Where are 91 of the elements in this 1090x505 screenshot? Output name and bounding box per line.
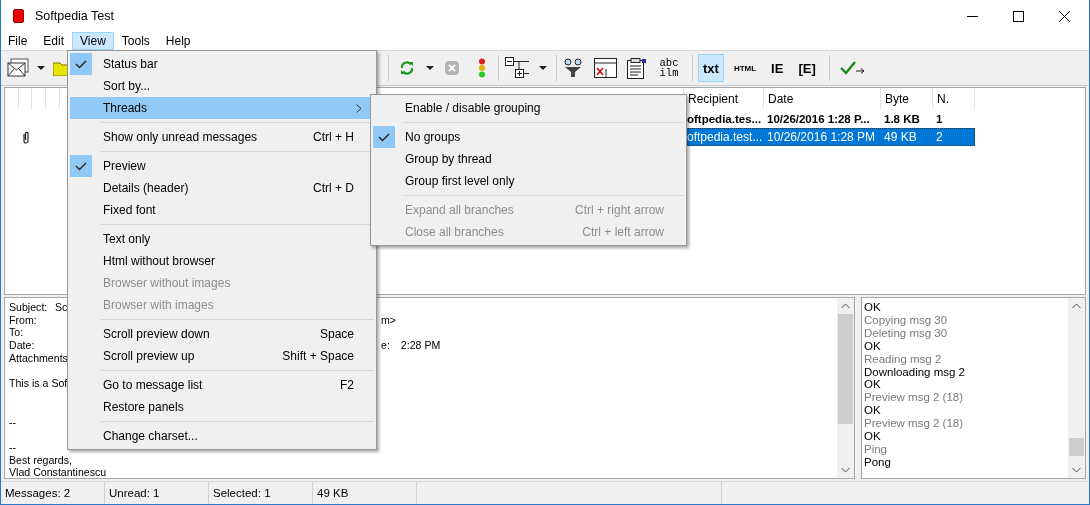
header-value: e: bbox=[381, 339, 390, 352]
header-label: Subject: bbox=[9, 301, 48, 313]
table-cell-text: 2 bbox=[935, 129, 944, 146]
table-cell-text: 10/26/2016 1:28 P... bbox=[766, 112, 871, 127]
menu-item[interactable]: View bbox=[72, 32, 114, 50]
scrollbar-thumb[interactable] bbox=[838, 314, 853, 424]
message-text: This is a Sof bbox=[9, 377, 68, 390]
menu-item[interactable]: Tools bbox=[113, 32, 158, 50]
menu-entry[interactable]: Go to message list F2 bbox=[70, 374, 374, 396]
header-value: Sc bbox=[55, 301, 68, 313]
column-header[interactable]: Date bbox=[764, 88, 881, 109]
table-cell-text: 1.8 KB bbox=[883, 112, 921, 127]
menu-item[interactable]: Edit bbox=[35, 32, 73, 50]
window-icon[interactable] bbox=[594, 58, 617, 78]
toolbar-button[interactable]: [E] bbox=[793, 54, 821, 82]
table-cell-text: 1 bbox=[935, 112, 944, 127]
filter-icon[interactable] bbox=[563, 58, 583, 78]
log-line: OK bbox=[864, 404, 881, 417]
tree-icon[interactable] bbox=[505, 57, 531, 79]
log-line: Ping bbox=[864, 442, 888, 455]
toolbar-button[interactable]: txt bbox=[698, 54, 724, 82]
message-row[interactable]: oftpedia.test... 10/26/2016 1:28 PM 49 KB 2 bbox=[684, 128, 975, 146]
menu-entry[interactable]: Fixed font bbox=[70, 199, 374, 221]
status-text: Messages: 2 bbox=[5, 487, 71, 499]
log-line: OK bbox=[864, 339, 881, 352]
log-line: Deleting msg 30 bbox=[864, 326, 948, 339]
status-text: 49 KB bbox=[317, 487, 349, 499]
menu-entry[interactable]: Html without browser bbox=[70, 250, 374, 272]
maximize-icon bbox=[1012, 10, 1024, 22]
menu-entry[interactable]: Preview bbox=[70, 155, 374, 177]
message-text: Vlad Constantinescu bbox=[9, 466, 107, 478]
message-row[interactable]: oftpedia.tes... 10/26/2016 1:28 P... 1.8 KB 1 bbox=[684, 110, 975, 128]
menu-entry[interactable]: Group first level only bbox=[373, 170, 684, 192]
header-label: Date: bbox=[9, 339, 35, 352]
app-icon bbox=[13, 9, 24, 23]
caret-icon[interactable] bbox=[426, 65, 434, 71]
log-line: Copying msg 30 bbox=[864, 313, 948, 326]
menu-entry[interactable]: Status bar bbox=[70, 53, 374, 75]
envelope-icon[interactable] bbox=[7, 58, 29, 78]
header-label: From: bbox=[9, 313, 37, 326]
window-title: Softpedia Test bbox=[35, 9, 114, 23]
menu-entry[interactable]: Restore panels bbox=[70, 396, 374, 418]
toolbar-button[interactable]: HTML bbox=[728, 54, 762, 82]
menu-entry[interactable]: Details (header) Ctrl + D bbox=[70, 177, 374, 199]
header-label: To: bbox=[9, 326, 24, 339]
caret-icon[interactable] bbox=[539, 65, 547, 71]
column-header[interactable]: Byte bbox=[881, 88, 933, 109]
log-line: OK bbox=[864, 301, 881, 313]
menu-entry[interactable]: Change charset... bbox=[70, 425, 374, 447]
stop-icon[interactable] bbox=[445, 61, 459, 75]
menu-item[interactable]: File bbox=[1, 32, 36, 50]
table-cell-text: 49 KB bbox=[883, 129, 918, 146]
menu-entry[interactable]: No groups bbox=[373, 126, 684, 148]
menu-entry[interactable]: Text only bbox=[70, 228, 374, 250]
scrollbar[interactable] bbox=[837, 298, 854, 478]
status-text: Selected: 1 bbox=[213, 487, 271, 499]
header-value: 2:28 PM bbox=[400, 339, 441, 352]
log-line: Pong bbox=[864, 455, 891, 468]
traffic-light-icon[interactable] bbox=[478, 58, 486, 78]
menu-item[interactable]: Help bbox=[157, 32, 199, 50]
scrollbar-thumb[interactable] bbox=[1069, 438, 1084, 456]
menu-entry[interactable]: Group by thread bbox=[373, 148, 684, 170]
log-line: Preview msg 2 (18) bbox=[864, 391, 964, 404]
menu-entry[interactable]: Show only unread messages Ctrl + H bbox=[70, 126, 374, 148]
close-icon bbox=[1058, 10, 1070, 22]
toolbar-button[interactable]: abc ilm bbox=[654, 54, 684, 82]
toolbar-button[interactable]: IE bbox=[766, 54, 789, 82]
message-text: Best regards, bbox=[9, 453, 72, 466]
log-line: OK bbox=[864, 378, 881, 391]
header-label: Attachments bbox=[9, 351, 68, 364]
message-text: -- bbox=[9, 415, 17, 428]
menu-entry[interactable]: Scroll preview up Shift + Space bbox=[70, 345, 374, 367]
menu-entry[interactable]: Sort by... bbox=[70, 75, 374, 97]
menu-entry[interactable]: Scroll preview down Space bbox=[70, 323, 374, 345]
clipboard-icon[interactable] bbox=[627, 57, 646, 79]
checkmark-icon[interactable] bbox=[839, 60, 866, 76]
log-line: Preview msg 2 (18) bbox=[864, 417, 964, 430]
caret-icon[interactable] bbox=[37, 65, 45, 71]
header-value: m> bbox=[381, 313, 396, 326]
scrollbar[interactable] bbox=[1068, 298, 1085, 478]
table-cell-text: 10/26/2016 1:28 PM bbox=[766, 129, 877, 146]
log-line: Downloading msg 2 bbox=[864, 365, 965, 378]
menu-entry[interactable]: Enable / disable grouping bbox=[373, 97, 684, 119]
table-cell-text: oftpedia.tes... bbox=[686, 112, 763, 127]
refresh-icon[interactable] bbox=[399, 60, 415, 76]
table-cell-text: oftpedia.test... bbox=[686, 129, 764, 146]
log-line: Reading msg 2 bbox=[864, 352, 942, 365]
message-text: -- bbox=[9, 440, 17, 453]
status-text: Unread: 1 bbox=[109, 487, 160, 499]
log-line: OK bbox=[864, 430, 881, 443]
column-header[interactable]: N. bbox=[933, 88, 975, 109]
